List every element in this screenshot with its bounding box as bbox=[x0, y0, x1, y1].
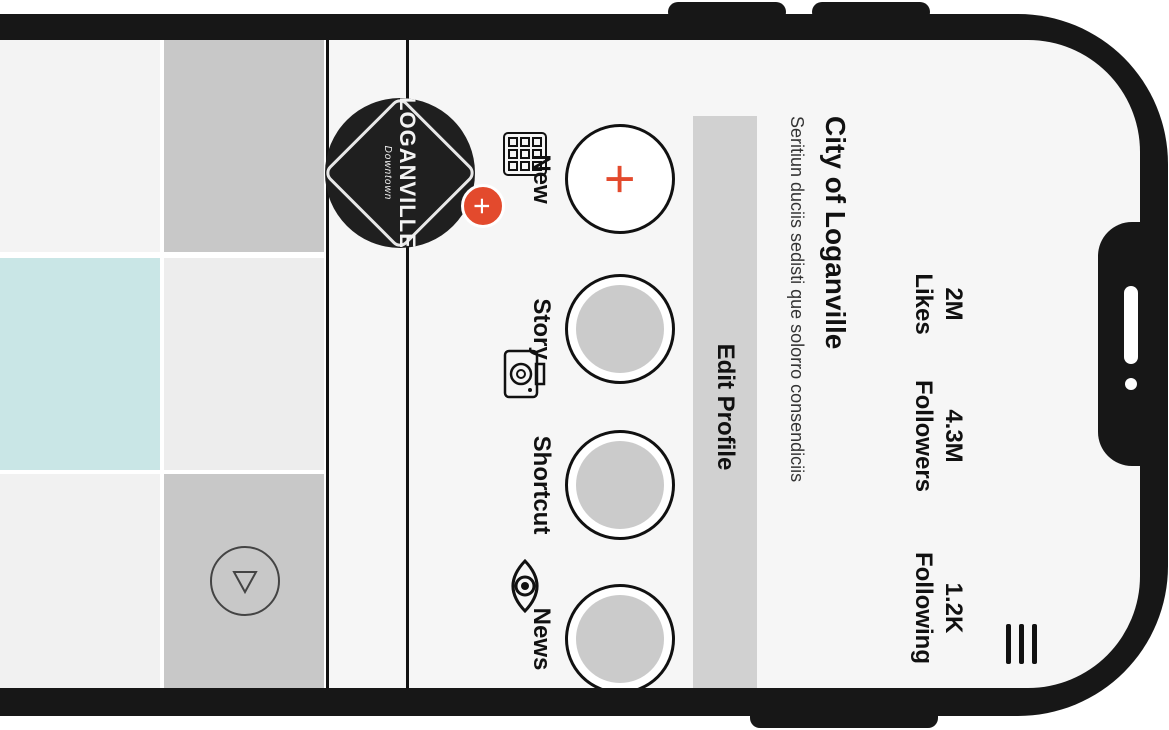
eye-icon bbox=[511, 558, 539, 614]
post-tile[interactable] bbox=[0, 40, 160, 252]
post-tile[interactable] bbox=[0, 474, 160, 688]
plus-icon: + bbox=[590, 163, 650, 195]
profile-content: LOGANVILLE Downtown + 2M Likes 4.3M Foll… bbox=[325, 40, 1140, 688]
post-tile[interactable] bbox=[164, 40, 324, 252]
loganville-logo: LOGANVILLE Downtown bbox=[325, 98, 475, 248]
post-tile[interactable] bbox=[164, 258, 324, 470]
post-tile[interactable] bbox=[0, 258, 160, 470]
phone-speaker bbox=[1124, 286, 1138, 364]
tab-eye[interactable] bbox=[495, 556, 555, 616]
profile-bio: Seritiun duciis sedisti que solorro cons… bbox=[787, 116, 807, 483]
stat-following[interactable]: 1.2K Following bbox=[909, 538, 967, 678]
profile-avatar[interactable]: LOGANVILLE Downtown bbox=[325, 98, 475, 248]
stat-likes[interactable]: 2M Likes bbox=[909, 264, 967, 344]
tab-grid[interactable] bbox=[495, 124, 555, 184]
post-tile-video[interactable] bbox=[164, 474, 324, 688]
posts-grid bbox=[0, 40, 326, 688]
phone-front-camera bbox=[1125, 378, 1137, 390]
play-icon[interactable] bbox=[210, 546, 280, 616]
camera-icon bbox=[503, 349, 546, 399]
screenshot-stage: LOGANVILLE Downtown + 2M Likes 4.3M Foll… bbox=[0, 0, 1169, 730]
grid-icon bbox=[503, 132, 547, 176]
edit-profile-button[interactable]: Edit Profile bbox=[693, 116, 757, 688]
profile-name: City of Loganville bbox=[820, 116, 851, 350]
phone-screen: LOGANVILLE Downtown + 2M Likes 4.3M Foll… bbox=[0, 40, 1140, 688]
add-story-badge[interactable]: + bbox=[461, 184, 505, 228]
tab-camera[interactable] bbox=[495, 344, 555, 404]
stat-followers[interactable]: 4.3M Followers bbox=[909, 366, 967, 506]
menu-icon[interactable] bbox=[997, 624, 1037, 664]
highlight-shortcut[interactable]: Shortcut bbox=[527, 430, 675, 540]
